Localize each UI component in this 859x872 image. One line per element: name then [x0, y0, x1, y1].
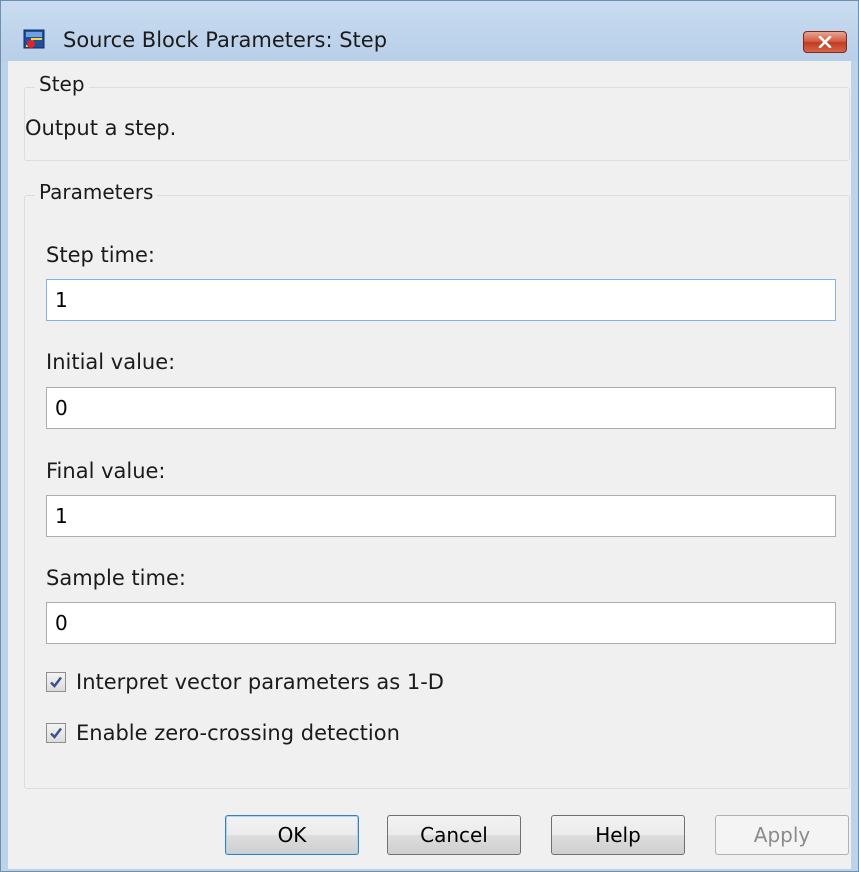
- window-title: Source Block Parameters: Step: [63, 28, 388, 52]
- ok-button[interactable]: OK: [225, 815, 359, 855]
- description-group: Step Output a step.: [24, 72, 850, 161]
- final-value-input[interactable]: [46, 495, 836, 537]
- dialog-body: Step Output a step. Parameters Step time…: [8, 61, 851, 869]
- initial-value-label: Initial value:: [46, 350, 176, 374]
- zero-crossing-checkbox[interactable]: Enable zero-crossing detection: [46, 721, 400, 745]
- apply-button[interactable]: Apply: [715, 815, 849, 855]
- cancel-button[interactable]: Cancel: [387, 815, 521, 855]
- parameters-group-title: Parameters: [35, 180, 158, 204]
- sample-time-label: Sample time:: [46, 566, 186, 590]
- block-description: Output a step.: [25, 116, 177, 140]
- checkbox-box[interactable]: [46, 672, 66, 692]
- close-icon: [818, 36, 832, 48]
- checkmark-icon: [50, 676, 62, 688]
- zero-crossing-label: Enable zero-crossing detection: [76, 721, 400, 745]
- simulink-block-icon: [23, 29, 45, 49]
- checkmark-icon: [50, 727, 62, 739]
- description-group-title: Step: [35, 72, 89, 96]
- initial-value-input[interactable]: [46, 387, 836, 429]
- sample-time-input[interactable]: [46, 602, 836, 644]
- interpret-vector-label: Interpret vector parameters as 1-D: [76, 670, 444, 694]
- title-bar[interactable]: Source Block Parameters: Step: [1, 1, 858, 61]
- help-button[interactable]: Help: [551, 815, 685, 855]
- dialog-window: Source Block Parameters: Step Step Outpu…: [0, 0, 859, 872]
- close-button[interactable]: [803, 31, 847, 53]
- final-value-label: Final value:: [46, 459, 166, 483]
- interpret-vector-checkbox[interactable]: Interpret vector parameters as 1-D: [46, 670, 444, 694]
- step-time-input[interactable]: [46, 279, 836, 321]
- step-time-label: Step time:: [46, 243, 156, 267]
- checkbox-box[interactable]: [46, 723, 66, 743]
